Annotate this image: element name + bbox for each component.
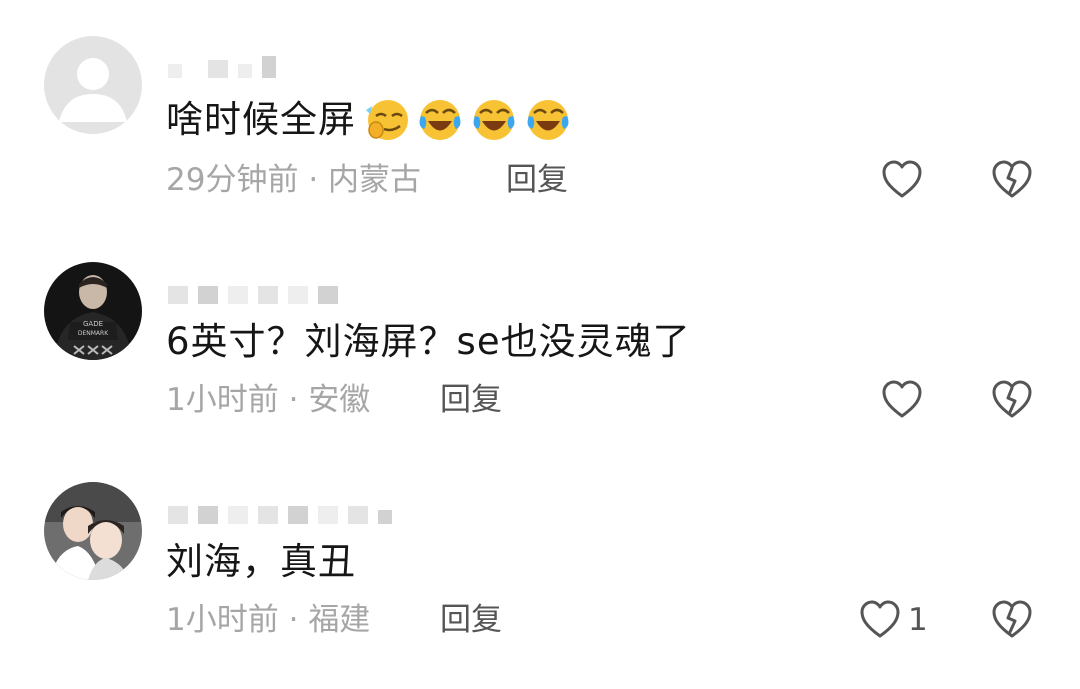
reply-button[interactable]: 回复 (506, 160, 568, 200)
mosaic-block (258, 506, 278, 524)
dislike-button[interactable] (990, 158, 1034, 202)
mosaic-block (288, 506, 308, 524)
comment-meta: 29分钟前 · 内蒙古 (166, 160, 421, 200)
like-button[interactable] (880, 378, 930, 422)
reply-button[interactable]: 回复 (440, 380, 502, 420)
mosaic-block (318, 506, 338, 524)
mosaic-block (378, 510, 392, 524)
smirk-emoji-icon (366, 100, 408, 140)
comment-time: 1小时前 (166, 382, 279, 418)
meta-separator: · (308, 162, 319, 198)
meta-separator: · (288, 602, 299, 638)
mosaic-block (288, 286, 308, 304)
comment-text: 啥时候全屏 (166, 96, 572, 144)
meta-separator: · (288, 382, 299, 418)
comment-text: 6英寸？刘海屏？se也没灵魂了 (166, 318, 691, 366)
like-button[interactable] (880, 158, 930, 202)
mosaic-block (198, 286, 218, 304)
mosaic-block (318, 286, 338, 304)
avatar[interactable] (44, 482, 142, 580)
default-avatar-icon (44, 36, 142, 134)
heart-outline-icon (882, 160, 922, 198)
like-button[interactable]: 1 (858, 598, 928, 642)
broken-heart-icon (992, 600, 1032, 638)
laughing-crying-emoji-icon (473, 100, 515, 140)
heart-outline-icon (882, 380, 922, 418)
dislike-button[interactable] (990, 378, 1034, 422)
comment-time: 1小时前 (166, 602, 279, 638)
heart-outline-icon (860, 600, 900, 638)
username-masked[interactable] (168, 484, 392, 524)
mosaic-block (198, 506, 218, 524)
broken-heart-icon (992, 380, 1032, 418)
dislike-button[interactable] (990, 598, 1034, 642)
mosaic-block (228, 506, 248, 524)
mosaic-block (168, 64, 182, 78)
comment-meta: 1小时前 · 安徽 (166, 380, 370, 420)
comment-item: 刘海，真丑 1小时前 · 福建 回复 1 (0, 440, 1080, 660)
username-masked[interactable] (168, 264, 338, 304)
mosaic-block (348, 506, 368, 524)
mosaic-block (208, 60, 228, 78)
comment-text-content: 啥时候全屏 (166, 98, 356, 141)
avatar[interactable]: GADE DENMARK (44, 262, 142, 360)
comment-time: 29分钟前 (166, 162, 299, 198)
laughing-crying-emoji-icon (527, 100, 569, 140)
comment-item: 啥时候全屏 29分钟前 · 内蒙古 回复 (0, 0, 1080, 220)
comment-text: 刘海，真丑 (166, 538, 356, 586)
comment-item: GADE DENMARK 6英寸？刘海屏？se也没灵魂了 1小时前 · 安徽 回… (0, 220, 1080, 440)
comment-location: 内蒙古 (328, 162, 422, 198)
mosaic-block (168, 506, 188, 524)
broken-heart-icon (992, 160, 1032, 198)
avatar[interactable] (44, 36, 142, 134)
photo-avatar-icon: GADE DENMARK (44, 262, 142, 360)
reply-button[interactable]: 回复 (440, 600, 502, 640)
username-masked[interactable] (168, 38, 276, 78)
like-count: 1 (908, 602, 928, 638)
jacket-print-icon: DENMARK (78, 330, 109, 337)
laughing-crying-emoji-icon (419, 100, 461, 140)
jacket-print-icon: GADE (83, 320, 103, 328)
comment-text-content: 刘海，真丑 (166, 540, 356, 583)
mosaic-block (228, 286, 248, 304)
comment-meta: 1小时前 · 福建 (166, 600, 370, 640)
mosaic-block (258, 286, 278, 304)
comment-location: 福建 (308, 602, 371, 638)
mosaic-block (238, 64, 252, 78)
photo-avatar-icon (44, 482, 142, 580)
comment-location: 安徽 (308, 382, 371, 418)
mosaic-block (262, 56, 276, 78)
comment-text-content: 6英寸？刘海屏？se也没灵魂了 (166, 320, 691, 363)
mosaic-block (168, 286, 188, 304)
